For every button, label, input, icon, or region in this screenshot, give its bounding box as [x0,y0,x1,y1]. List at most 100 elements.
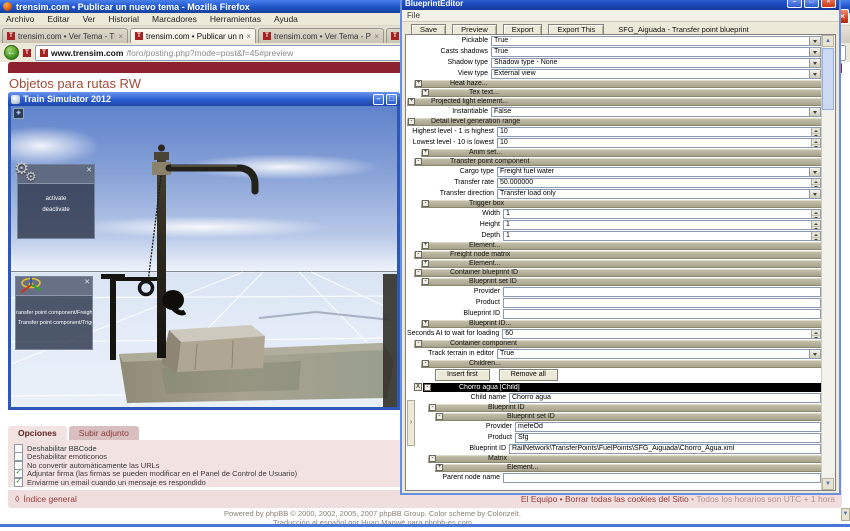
property-textfield[interactable]: RailNetwork\TransferPoints\FuelPoints\SF… [509,444,821,454]
section-header-bar[interactable]: -Children... [421,360,821,368]
section-header-bar[interactable]: +Element... [421,260,821,268]
spin-down-icon[interactable] [812,134,820,137]
panel-header[interactable]: ✕ [16,277,92,296]
tab-opciones[interactable]: Opciones [8,426,67,440]
section-header-bar[interactable]: -Trigger box [421,200,821,208]
menu-historial[interactable]: Historial [108,14,139,24]
panel-label[interactable]: Transfer point component/Freight node ma… [16,308,92,318]
ts-minimize-button[interactable]: – [373,94,384,105]
dropdown-button[interactable] [809,70,820,78]
property-spinner[interactable]: 1 [503,231,821,241]
section-header-bar[interactable]: -Blueprint set ID [435,413,821,421]
property-dropdown[interactable]: External view [491,69,821,79]
menu-ver[interactable]: Ver [83,14,96,24]
spin-down-icon[interactable] [812,185,820,188]
property-dropdown[interactable]: Freight fuel water [497,167,821,177]
grid-scrollbar[interactable]: ▲ ▼ [821,35,835,490]
property-textfield[interactable] [503,309,821,319]
section-header-bar[interactable]: +Tex text... [421,89,821,97]
panel-label[interactable]: activate [18,194,94,205]
section-header-bar[interactable]: +Heat haze... [414,80,821,88]
collapse-icon[interactable]: - [415,251,422,258]
tab-close-icon[interactable]: × [246,32,251,41]
section-header-bar[interactable]: -Detail level generation range [407,118,821,126]
collapse-icon[interactable]: - [422,360,429,367]
property-spinner[interactable]: 1 [503,220,821,230]
dialog-titlebar[interactable]: BlueprintEditor – □ ✕ [402,0,839,10]
property-spinner[interactable]: 60 [502,329,821,339]
expand-icon[interactable]: + [422,89,429,96]
collapse-icon[interactable]: - [415,269,422,276]
property-spinner[interactable]: 10 [497,127,821,137]
collapse-icon[interactable]: - [415,340,422,347]
property-textfield[interactable]: Chorro agua [509,393,821,403]
menu-archivo[interactable]: Archivo [6,14,34,24]
collapse-icon[interactable]: - [408,118,415,125]
property-spinner[interactable]: 10 [497,138,821,148]
browser-tab[interactable]: Ttrensim.com • Ver Tema - TUTORIAL: Pro.… [2,28,128,43]
collapse-icon[interactable]: - [422,200,429,207]
spin-down-icon[interactable] [812,336,820,339]
dropdown-button[interactable] [809,168,820,176]
panel-header[interactable]: ⚙ ⚙ ✕ [18,165,94,184]
spinner-buttons[interactable] [811,139,820,147]
browser-tab[interactable]: Ttrensim.com • Publicar un nuevo tema× [130,28,256,43]
property-spinner[interactable]: 1 [503,209,821,219]
spinner-buttons[interactable] [811,221,820,229]
collapse-icon[interactable]: - [429,404,436,411]
section-header-bar[interactable]: +Projected light element... [407,98,821,106]
checkbox[interactable]: ✓ [14,478,23,487]
scrollbar-thumb[interactable] [822,48,834,110]
section-header-bar[interactable]: -Freight node matrix [414,251,821,259]
collapse-icon[interactable]: - [422,278,429,285]
expand-icon[interactable]: + [422,320,429,327]
spinner-buttons[interactable] [811,232,820,240]
property-textfield[interactable]: Sfg [515,433,821,443]
collapse-icon[interactable]: - [424,384,431,391]
spinner-buttons[interactable] [811,330,820,338]
page-scrollbar-down[interactable]: ▼ [841,508,850,521]
expand-icon[interactable]: + [422,242,429,249]
dialog-close-button[interactable]: ✕ [821,0,836,8]
dialog-maximize-button[interactable]: □ [804,0,819,8]
property-spinner[interactable]: 50.000000 [497,178,821,188]
delete-child-button[interactable]: X [414,383,422,391]
section-header-bar[interactable]: -Chorro agua [Child] [423,383,821,392]
expand-icon[interactable]: + [422,149,429,156]
section-header-bar[interactable]: -Blueprint ID [428,404,821,412]
section-header-bar[interactable]: -Container blueprint ID [414,269,821,277]
expand-icon[interactable]: + [415,80,422,87]
spin-down-icon[interactable] [812,227,820,230]
browser-tab[interactable]: Ttrensim.com • Ver Tema - Problemas roto… [258,28,384,43]
footer-links[interactable]: El Equipo • Borrar todas las cookies del… [521,494,835,504]
property-dropdown[interactable]: True [497,349,821,359]
collapse-icon[interactable]: - [429,455,436,462]
dialog-minimize-button[interactable]: – [787,0,802,8]
section-header-bar[interactable]: -Blueprint set ID [421,278,821,286]
section-header-bar[interactable]: -Container component [414,340,821,348]
collapse-icon[interactable]: - [415,158,422,165]
panel-label[interactable]: Transfer point component/Trigger box [18,318,92,328]
tab-close-icon[interactable]: × [118,32,123,41]
panel-label[interactable]: deactivate [18,205,94,216]
ts-viewport[interactable]: ◈ ⚙ ⚙ ✕ activate deactivate [11,106,397,407]
spin-down-icon[interactable] [812,216,820,219]
component-info-panel[interactable]: ✕ Transfer point component/Freight node … [15,276,93,350]
dropdown-button[interactable] [809,108,820,116]
dropdown-button[interactable] [809,59,820,67]
scroll-down-icon[interactable]: ▼ [822,478,834,490]
property-dropdown[interactable]: Transfer load only [497,189,821,199]
section-header-bar[interactable]: +Element... [435,464,821,472]
section-header-bar[interactable]: -Transfer point component [414,158,821,166]
remove-all-button[interactable]: Remove all [499,369,558,381]
property-textfield[interactable]: mefeOd [515,422,821,432]
spinner-buttons[interactable] [811,179,820,187]
dropdown-button[interactable] [809,350,820,358]
dropdown-button[interactable] [809,190,820,198]
collapse-icon[interactable]: - [436,413,443,420]
back-button[interactable]: ← [4,45,19,60]
section-header-bar[interactable]: +Anim set... [421,149,821,157]
menu-editar[interactable]: Editar [47,14,69,24]
spin-down-icon[interactable] [812,145,820,148]
ts-maximize-button[interactable]: □ [386,94,397,105]
